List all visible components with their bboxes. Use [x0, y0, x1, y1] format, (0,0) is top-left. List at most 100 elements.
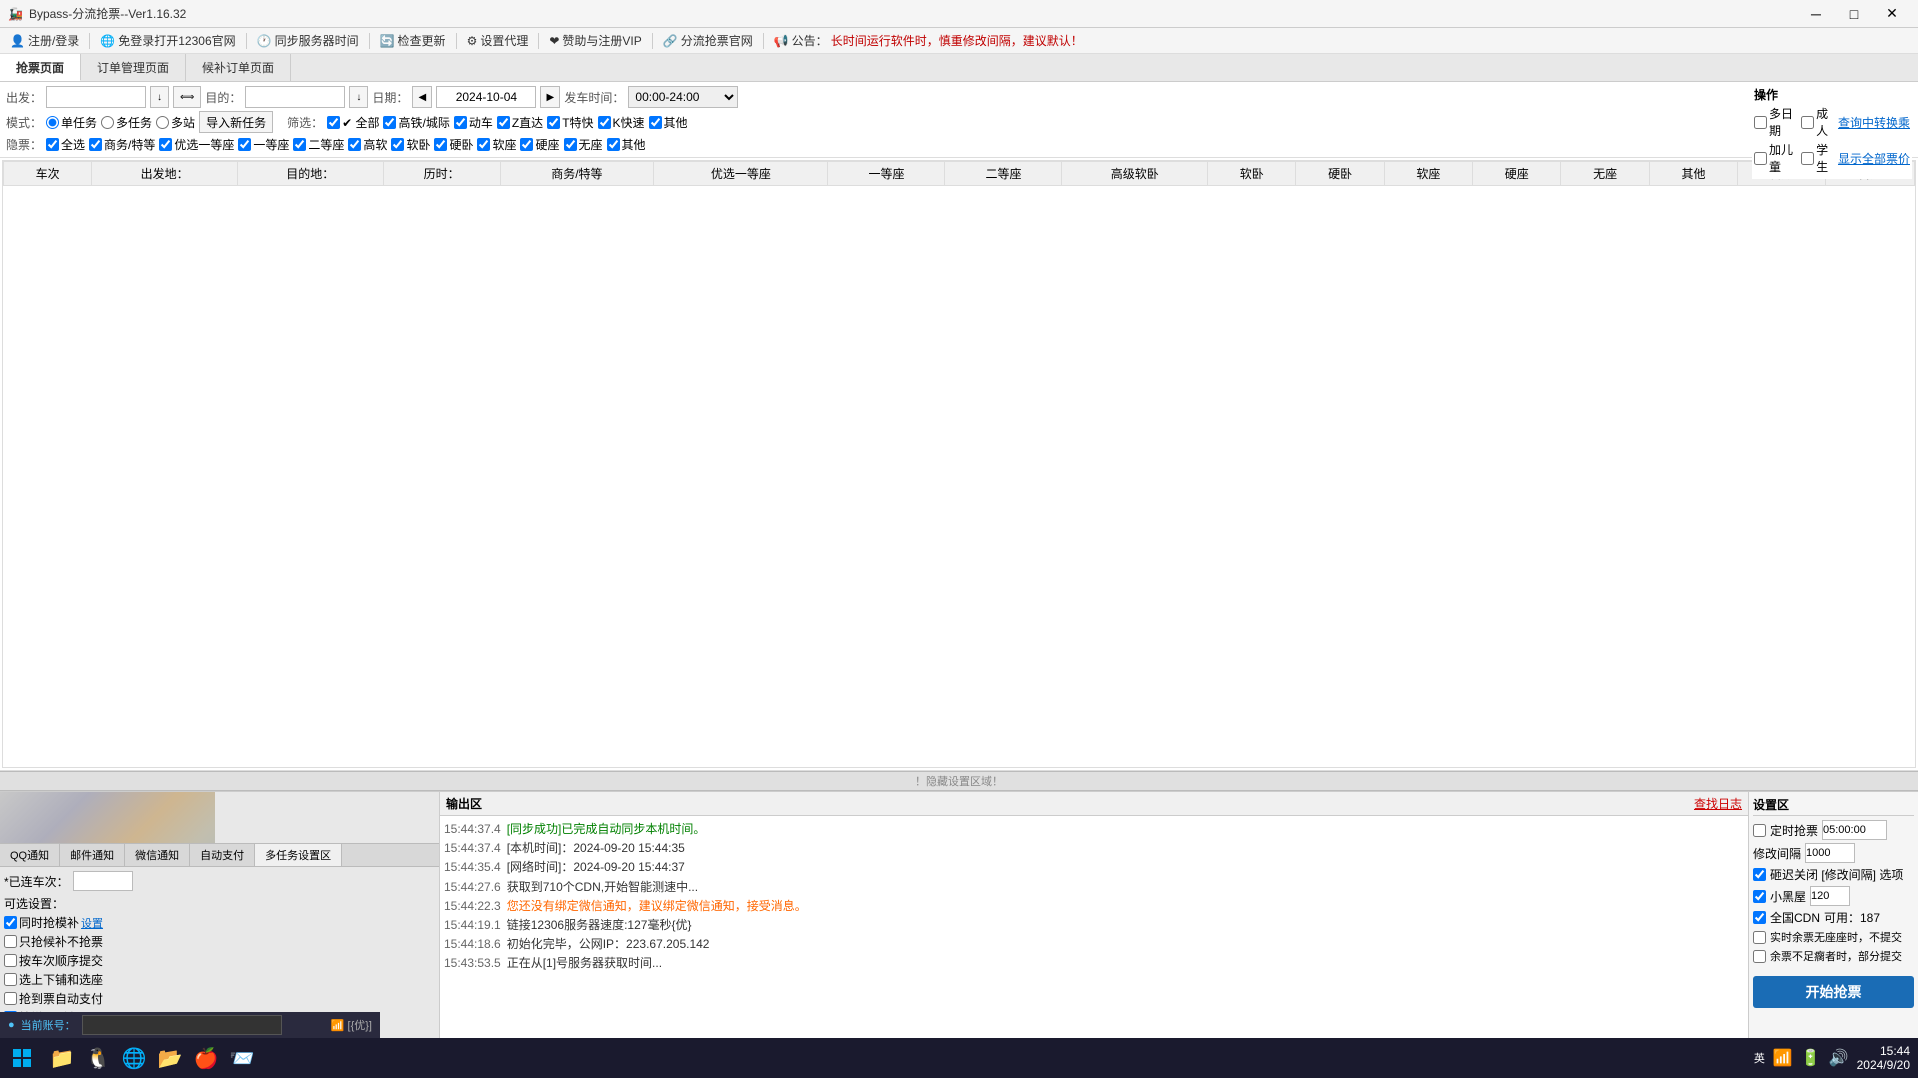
menu-vip[interactable]: ❤ 赞助与注册VIP	[543, 30, 647, 51]
import-button[interactable]: 导入新任务	[199, 111, 273, 133]
close-delay-cb[interactable]	[1753, 868, 1766, 881]
swap-button[interactable]: ↓	[150, 86, 169, 108]
seat-business-cb[interactable]	[89, 138, 102, 151]
seat-hard-sleep-cb[interactable]	[434, 138, 447, 151]
convert-link[interactable]: 查询中转换乘	[1838, 114, 1910, 131]
sync-grab-settings[interactable]: 设置	[81, 915, 103, 931]
tab-email[interactable]: 邮件通知	[60, 844, 125, 866]
mode-single[interactable]: 单任务	[46, 114, 97, 131]
tab-orders[interactable]: 订单管理页面	[81, 54, 186, 81]
seat-all[interactable]: 全选	[46, 136, 85, 153]
taskbar-app6[interactable]: 📨	[224, 1040, 260, 1076]
child-checkbox[interactable]	[1754, 152, 1767, 165]
from-input[interactable]	[46, 86, 146, 108]
tab-qq[interactable]: QQ通知	[0, 844, 60, 866]
insufficient-cb[interactable]	[1753, 950, 1766, 963]
start-grab-button[interactable]: 开始抢票	[1753, 976, 1914, 1008]
filter-t-cb[interactable]	[547, 116, 560, 129]
date-next-button[interactable]: ▶	[540, 86, 560, 108]
filter-t[interactable]: T特快	[547, 114, 593, 131]
seat-no-seat-cb[interactable]	[564, 138, 577, 151]
train-count-input[interactable]	[73, 871, 133, 891]
seat-hard-seat[interactable]: 硬座	[520, 136, 559, 153]
maximize-button[interactable]: □	[1836, 0, 1872, 28]
menu-official[interactable]: 🌐 免登录打开12306官网	[94, 30, 241, 51]
sync-grab-cb[interactable]	[4, 916, 17, 929]
seat-high-soft[interactable]: 高软	[348, 136, 387, 153]
filter-highspeed-cb[interactable]	[383, 116, 396, 129]
date-prev-button[interactable]: ◀	[412, 86, 432, 108]
mode-multistation-radio[interactable]	[156, 116, 169, 129]
interval-input[interactable]	[1805, 843, 1855, 863]
timed-time-input[interactable]	[1822, 820, 1887, 840]
minimize-button[interactable]: ─	[1798, 0, 1834, 28]
seat-other[interactable]: 其他	[607, 136, 646, 153]
auto-pay-cb[interactable]	[4, 992, 17, 1005]
order-sequence-cb[interactable]	[4, 954, 17, 967]
filter-other[interactable]: 其他	[649, 114, 688, 131]
tab-wechat[interactable]: 微信通知	[125, 844, 190, 866]
hidden-divider[interactable]: ！隐藏设置区域！	[0, 771, 1918, 791]
exchange-button[interactable]: ⟺	[173, 86, 201, 108]
filter-z-cb[interactable]	[497, 116, 510, 129]
close-button[interactable]: ✕	[1874, 0, 1910, 28]
filter-other-cb[interactable]	[649, 116, 662, 129]
to-down-button[interactable]: ↓	[349, 86, 368, 108]
menu-login[interactable]: 👤 注册/登录	[4, 30, 85, 51]
tab-multitask[interactable]: 多任务设置区	[255, 844, 342, 866]
multi-day-checkbox[interactable]	[1754, 116, 1767, 129]
mode-multi-radio[interactable]	[101, 116, 114, 129]
filter-all-cb[interactable]	[327, 116, 340, 129]
multi-day-label[interactable]: 多日期	[1754, 105, 1797, 139]
adult-label[interactable]: 成人	[1801, 105, 1834, 139]
cdn-cb[interactable]	[1753, 911, 1766, 924]
seat-all-cb[interactable]	[46, 138, 59, 151]
log-link[interactable]: 查找日志	[1694, 795, 1742, 812]
seat-soft-sleep[interactable]: 软卧	[391, 136, 430, 153]
taskbar-edge[interactable]: 🌐	[116, 1040, 152, 1076]
mode-multi[interactable]: 多任务	[101, 114, 152, 131]
filter-highspeed[interactable]: 高铁/城际	[383, 114, 449, 131]
seat-soft-seat[interactable]: 软座	[477, 136, 516, 153]
tab-supplement[interactable]: 候补订单页面	[186, 54, 291, 81]
account-input[interactable]	[82, 1015, 282, 1035]
tray-clock[interactable]: 15:44 2024/9/20	[1857, 1044, 1910, 1072]
seat-first-plus[interactable]: 优选一等座	[159, 136, 234, 153]
menu-official2[interactable]: 🔗 分流抢票官网	[657, 30, 759, 51]
filter-motor-cb[interactable]	[454, 116, 467, 129]
seat-first[interactable]: 一等座	[238, 136, 289, 153]
student-label[interactable]: 学生	[1801, 141, 1834, 175]
filter-z[interactable]: Z直达	[497, 114, 543, 131]
seat-second[interactable]: 二等座	[293, 136, 344, 153]
select-lower-cb[interactable]	[4, 973, 17, 986]
seat-business[interactable]: 商务/特等	[89, 136, 155, 153]
seat-no-seat[interactable]: 无座	[564, 136, 603, 153]
to-input[interactable]	[245, 86, 345, 108]
seat-first-cb[interactable]	[238, 138, 251, 151]
student-checkbox[interactable]	[1801, 152, 1814, 165]
seat-first-plus-cb[interactable]	[159, 138, 172, 151]
menu-sync[interactable]: 🕐 同步服务器时间	[251, 30, 365, 51]
seat-hard-sleep[interactable]: 硬卧	[434, 136, 473, 153]
time-select[interactable]: 00:00-24:00	[628, 86, 738, 108]
filter-k[interactable]: K快速	[598, 114, 645, 131]
taskbar-qq[interactable]: 🐧	[80, 1040, 116, 1076]
train-table-container[interactable]: 车次 出发地： 目的地： 历时： 商务/特等 优选一等座 一等座 二等座 高级软…	[2, 160, 1916, 768]
menu-proxy[interactable]: ⚙ 设置代理	[461, 30, 535, 51]
start-button[interactable]	[0, 1038, 44, 1078]
seat-hard-seat-cb[interactable]	[520, 138, 533, 151]
seat-second-cb[interactable]	[293, 138, 306, 151]
blacklist-input[interactable]	[1810, 886, 1850, 906]
tab-grab[interactable]: 抢票页面	[0, 54, 81, 81]
taskbar-app5[interactable]: 🍎	[188, 1040, 224, 1076]
child-label[interactable]: 加儿童	[1754, 141, 1797, 175]
realtime-no-seat-cb[interactable]	[1753, 931, 1766, 944]
date-input[interactable]	[436, 86, 536, 108]
filter-k-cb[interactable]	[598, 116, 611, 129]
mode-multistation[interactable]: 多站	[156, 114, 195, 131]
filter-motor[interactable]: 动车	[454, 114, 493, 131]
seat-other-cb[interactable]	[607, 138, 620, 151]
mode-single-radio[interactable]	[46, 116, 59, 129]
timed-grab-cb[interactable]	[1753, 824, 1766, 837]
filter-all[interactable]: ✔ 全部	[327, 114, 379, 131]
